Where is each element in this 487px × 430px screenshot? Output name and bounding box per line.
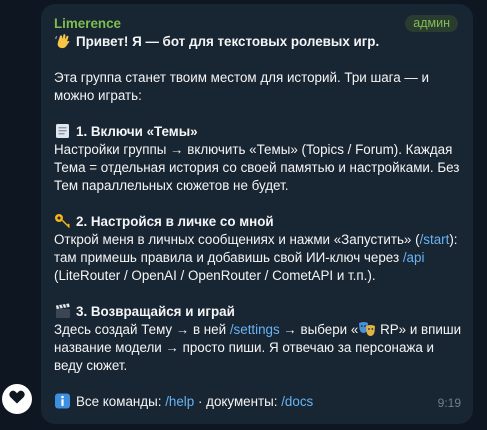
step2-line-1: Открой меня в личных сообщениях и нажми … — [54, 231, 461, 249]
step3-title-text: 3. Возвращайся и играй — [76, 304, 235, 319]
step1-line-3: Тем параллельных сюжетов не будет. — [54, 178, 289, 193]
step3-line-1-text: Здесь создай Тему → в ней — [54, 322, 230, 337]
message-header: Limerence админ — [54, 15, 461, 33]
admin-badge: админ — [405, 15, 458, 32]
api-command-link[interactable]: /api — [403, 250, 425, 265]
start-command-link[interactable]: /start — [420, 232, 450, 247]
footer-prefix: Все команды: — [76, 394, 166, 409]
step2-line-2-text: там примешь правила и добавишь свой ИИ-к… — [54, 250, 403, 265]
footer-middle: · документы: — [194, 394, 282, 409]
step3-line-1-end: RP» и впиши — [376, 322, 462, 337]
settings-command-link[interactable]: /settings — [230, 322, 280, 337]
waving-hand-icon — [54, 33, 72, 49]
message-bubble[interactable]: Limerence админ Привет! Я — бот для текс… — [41, 4, 473, 424]
performing-arts-icon — [358, 321, 376, 337]
step3-line-1: Здесь создай Тему → в ней /settings → вы… — [54, 321, 461, 339]
step3-line-3: веду сюжет. — [54, 358, 128, 373]
help-command-link[interactable]: /help — [165, 394, 194, 409]
step1-line-2: Тема = отдельная история со своей память… — [54, 160, 460, 175]
step1-title-text: 1. Включи «Темы» — [76, 124, 198, 139]
step3-title: 3. Возвращайся и играй — [54, 303, 461, 321]
step2-line-1-end: ): — [449, 232, 458, 247]
heart-icon — [9, 390, 25, 409]
step2-line-3: (LiteRouter / OpenAI / OpenRouter / Come… — [54, 268, 376, 283]
docs-command-link[interactable]: /docs — [281, 394, 313, 409]
step2-title-text: 2. Настройся в личке со мной — [76, 214, 274, 229]
greeting-line: Привет! Я — бот для текстовых ролевых иг… — [54, 33, 461, 51]
step1-line-1: Настройки группы → включить «Темы» (Topi… — [54, 142, 453, 157]
page-facing-up-icon — [54, 123, 72, 139]
greeting-text: Привет! Я — бот для текстовых ролевых иг… — [76, 34, 380, 49]
key-icon — [54, 213, 72, 229]
step2-line-2: там примешь правила и добавишь свой ИИ-к… — [54, 249, 461, 267]
reaction-button[interactable] — [2, 384, 32, 414]
clapper-board-icon — [54, 303, 72, 319]
footer-commands: Все команды: /help · документы: /docs — [54, 393, 461, 411]
intro-line-1: Эта группа станет твоим местом для истор… — [54, 70, 430, 85]
step1-title: 1. Включи «Темы» — [54, 123, 461, 141]
step3-line-1-mid: → выбери « — [279, 322, 359, 337]
intro-line-2: можно играть: — [54, 88, 142, 103]
step3-line-2: название модели → просто пиши. Я отвечаю… — [54, 340, 434, 355]
information-icon — [54, 393, 72, 409]
message-time: 9:19 — [437, 396, 461, 410]
step2-line-1-text: Открой меня в личных сообщениях и нажми … — [54, 232, 420, 247]
sender-name[interactable]: Limerence — [54, 16, 121, 31]
step2-title: 2. Настройся в личке со мной — [54, 213, 461, 231]
